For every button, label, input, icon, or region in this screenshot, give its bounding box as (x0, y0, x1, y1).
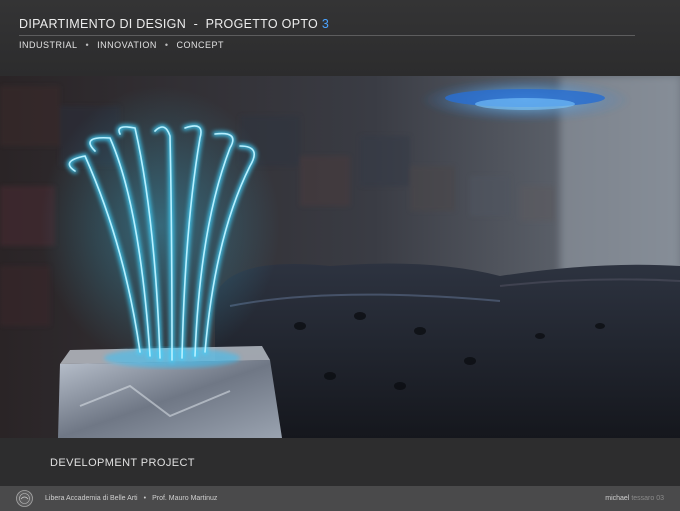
tag-innovation: INNOVATION (97, 40, 157, 50)
header-divider (19, 35, 635, 36)
render-image (0, 76, 680, 438)
title-number: 3 (321, 17, 330, 31)
tag-industrial: INDUSTRIAL (19, 40, 78, 50)
tag-separator: • (164, 40, 169, 50)
institution-name: Libera Accademia di Belle Arti (45, 495, 138, 502)
header-bar: DIPARTIMENTO DI DESIGN - PROGETTO OPTO 3… (0, 0, 680, 76)
author-first-name: michael (605, 495, 630, 502)
title-text: DIPARTIMENTO DI DESIGN - PROGETTO OPTO (19, 17, 319, 31)
tag-concept: CONCEPT (176, 40, 225, 50)
footer-credits: Libera Accademia di Belle Arti • Prof. Mau… (45, 495, 217, 502)
footer-separator: • (143, 495, 147, 502)
author-credit: michael tessaro 03 (605, 495, 664, 502)
tag-list: INDUSTRIAL • INNOVATION • CONCEPT (19, 40, 224, 50)
page-title: DIPARTIMENTO DI DESIGN - PROGETTO OPTO 3 (19, 17, 329, 31)
professor-name: Prof. Mauro Martinuz (152, 495, 218, 502)
author-last-name: tessaro 03 (631, 495, 664, 502)
lamp-render-illustration (0, 76, 680, 438)
tag-separator: • (85, 40, 90, 50)
academy-seal-icon (16, 490, 33, 507)
section-label: DEVELOPMENT PROJECT (50, 457, 195, 469)
